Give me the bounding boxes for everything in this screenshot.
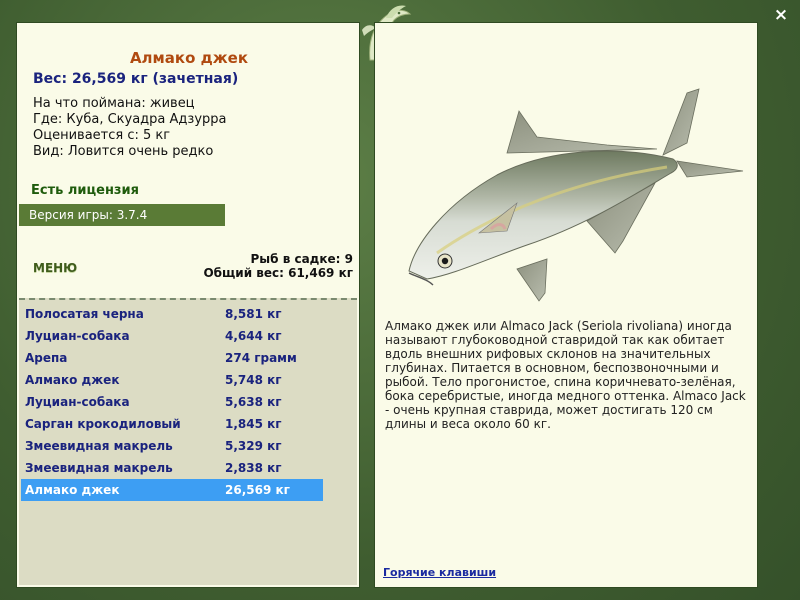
catch-weight: 274 грамм bbox=[225, 351, 297, 365]
catch-row[interactable]: Арепа 274 грамм bbox=[21, 347, 323, 369]
fish-title: Алмако джек bbox=[129, 49, 249, 67]
catch-name: Алмако джек bbox=[25, 373, 120, 387]
catch-row[interactable]: Сарган крокодиловый 1,845 кг bbox=[21, 413, 323, 435]
catch-name: Арепа bbox=[25, 351, 68, 365]
info-min-weight: Оценивается с: 5 кг bbox=[33, 128, 171, 143]
catch-row[interactable]: Змеевидная макрель 5,329 кг bbox=[21, 435, 323, 457]
catch-weight: 5,638 кг bbox=[225, 395, 282, 409]
catch-name: Луциан-собака bbox=[25, 395, 130, 409]
fish-info-panel: Алмако джек Вес: 26,569 кг (зачетная) На… bbox=[16, 22, 360, 588]
total-weight: Общий вес: 61,469 кг bbox=[203, 266, 353, 280]
fish-description-panel: Алмако джек или Almaco Jack (Seriola riv… bbox=[374, 22, 758, 588]
catch-name: Алмако джек bbox=[25, 483, 120, 497]
info-location: Где: Куба, Скуадра Адзурра bbox=[33, 112, 227, 127]
keep-net-count: Рыб в садке: 9 bbox=[250, 252, 354, 266]
info-rarity: Вид: Ловится очень редко bbox=[33, 144, 214, 159]
fish-image bbox=[408, 88, 744, 302]
catch-name: Сарган крокодиловый bbox=[25, 417, 181, 431]
license-status: Есть лицензия bbox=[31, 183, 139, 198]
catch-row[interactable]: Луциан-собака 5,638 кг bbox=[21, 391, 323, 413]
catch-row[interactable]: Луциан-собака 4,644 кг bbox=[21, 325, 323, 347]
fish-description: Алмако джек или Almaco Jack (Seriola riv… bbox=[385, 319, 746, 431]
catch-weight: 5,329 кг bbox=[225, 439, 282, 453]
catch-weight: 4,644 кг bbox=[225, 329, 282, 343]
catch-weight: 1,845 кг bbox=[225, 417, 282, 431]
close-button[interactable]: × bbox=[770, 4, 792, 26]
close-icon: × bbox=[773, 5, 789, 25]
catch-weight: 2,838 кг bbox=[225, 461, 282, 475]
catch-weight: 26,569 кг bbox=[225, 483, 290, 497]
catch-row[interactable]: Полосатая черна 8,581 кг bbox=[21, 303, 323, 325]
catch-row[interactable]: Алмако джек 26,569 кг bbox=[21, 479, 323, 501]
catch-row[interactable]: Алмако джек 5,748 кг bbox=[21, 369, 323, 391]
menu-button[interactable]: МЕНЮ bbox=[33, 261, 77, 275]
catch-name: Змеевидная макрель bbox=[25, 461, 173, 475]
catch-name: Полосатая черна bbox=[25, 307, 144, 321]
catch-name: Змеевидная макрель bbox=[25, 439, 173, 453]
hotkeys-link[interactable]: Горячие клавиши bbox=[383, 566, 496, 579]
catch-weight: 8,581 кг bbox=[225, 307, 282, 321]
version-bar: Версия игры: 3.7.4 bbox=[19, 204, 225, 226]
catch-list: Полосатая черна 8,581 кг Луциан-собака 4,6… bbox=[21, 303, 323, 501]
info-bait: На что поймана: живец bbox=[33, 96, 195, 111]
catch-name: Луциан-собака bbox=[25, 329, 130, 343]
fish-weight: Вес: 26,569 кг (зачетная) bbox=[33, 71, 239, 87]
catch-row[interactable]: Змеевидная макрель 2,838 кг bbox=[21, 457, 323, 479]
catch-weight: 5,748 кг bbox=[225, 373, 282, 387]
